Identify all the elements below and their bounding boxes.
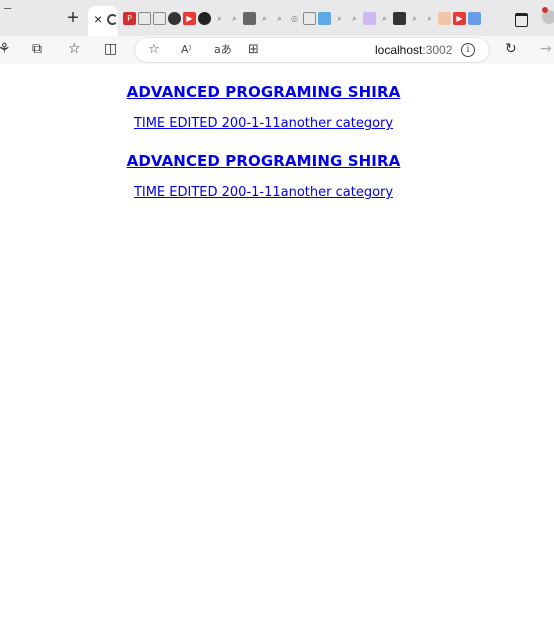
purple-tab-icon[interactable] <box>363 12 376 25</box>
camera-tab-icon[interactable] <box>393 12 406 25</box>
close-tab-icon[interactable]: × <box>94 11 102 27</box>
profile-icon[interactable] <box>542 7 554 24</box>
scrollbar-track[interactable] <box>527 64 554 637</box>
minimize-glyph[interactable]: – <box>4 0 11 15</box>
extensions-icon[interactable]: ⚘ <box>0 41 11 57</box>
forward-icon[interactable]: → <box>540 41 552 57</box>
search-tab-icon[interactable]: ⌕ <box>423 12 436 25</box>
tab-actions-icon[interactable] <box>515 13 528 27</box>
triangle-tab-icon[interactable] <box>438 12 451 25</box>
document-tab-icon[interactable] <box>303 12 316 25</box>
search-tab-icon[interactable]: ⌕ <box>333 12 346 25</box>
image-tab-icon[interactable] <box>243 12 256 25</box>
favorites-icon[interactable]: ☆ <box>68 41 81 57</box>
document-tab-icon[interactable] <box>138 12 151 25</box>
post-item: ADVANCED PROGRAMING SHIRA TIME EDITED 20… <box>0 152 527 201</box>
post-meta-link[interactable]: TIME EDITED 200-1-11another category <box>134 116 393 131</box>
browser-toolbar: ⚘ ⧉ ☆ ◫ ☆ A⁾ aあ ⊞ localhost:3002 i ↻ → <box>0 36 554 64</box>
extension-tab-icon[interactable] <box>468 12 481 25</box>
search-tab-icon[interactable]: ⌕ <box>228 12 241 25</box>
search-tab-icon[interactable]: ⌕ <box>348 12 361 25</box>
favorite-star-icon[interactable]: ☆ <box>148 42 160 58</box>
url-text[interactable]: localhost:3002 <box>375 43 452 57</box>
search-tab-icon[interactable]: ⌕ <box>378 12 391 25</box>
search-tab-icon[interactable]: ⌕ <box>408 12 421 25</box>
read-aloud-icon[interactable]: A⁾ <box>181 42 191 58</box>
settings-tab-icon[interactable] <box>168 12 181 25</box>
page-tab-icon[interactable] <box>153 12 166 25</box>
chart-tab-icon[interactable] <box>318 12 331 25</box>
refresh-icon[interactable]: ↻ <box>505 41 517 57</box>
pdf-tab-icon[interactable]: P <box>123 12 136 25</box>
post-meta-link[interactable]: TIME EDITED 200-1-11another category <box>134 185 393 200</box>
globe-tab-icon[interactable]: ◎ <box>288 12 301 25</box>
app-grid-icon[interactable]: ⊞ <box>248 42 259 58</box>
translate-icon[interactable]: aあ <box>214 42 232 58</box>
search-tab-icon[interactable]: ⌕ <box>213 12 226 25</box>
post-title-link[interactable]: ADVANCED PROGRAMING SHIRA <box>127 152 401 170</box>
youtube-tab-icon[interactable]: ▶ <box>453 12 466 25</box>
tab-strip: – + × P ▶ ⌕ ⌕ ⌕ ⌕ ◎ ⌕ ⌕ ⌕ ⌕ ⌕ ▶ <box>0 0 554 36</box>
search-tab-icon[interactable]: ⌕ <box>273 12 286 25</box>
post-item: ADVANCED PROGRAMING SHIRA TIME EDITED 20… <box>0 83 527 132</box>
collections-icon[interactable]: ⧉ <box>32 41 42 57</box>
search-tab-icon[interactable]: ⌕ <box>258 12 271 25</box>
split-screen-icon[interactable]: ◫ <box>104 41 117 57</box>
github-tab-icon[interactable] <box>198 12 211 25</box>
address-bar[interactable]: ☆ A⁾ aあ ⊞ localhost:3002 i <box>134 37 490 63</box>
new-tab-button[interactable]: + <box>62 8 84 30</box>
pinned-tabs: P ▶ ⌕ ⌕ ⌕ ⌕ ◎ ⌕ ⌕ ⌕ ⌕ ⌕ ▶ <box>123 12 481 28</box>
page-content: ADVANCED PROGRAMING SHIRA TIME EDITED 20… <box>0 64 527 637</box>
loading-icon <box>107 14 118 25</box>
post-title-link[interactable]: ADVANCED PROGRAMING SHIRA <box>127 83 401 101</box>
site-info-icon[interactable]: i <box>461 43 475 57</box>
youtube-tab-icon[interactable]: ▶ <box>183 12 196 25</box>
